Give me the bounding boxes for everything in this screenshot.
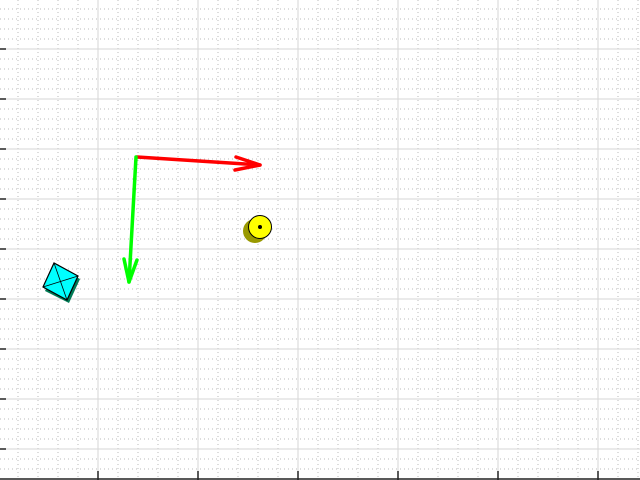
minor-grid — [0, 0, 640, 480]
major-grid — [0, 0, 640, 480]
frame-y-axis-arrow — [122, 155, 139, 284]
plot-canvas — [0, 0, 640, 480]
axis-ticks — [0, 48, 599, 480]
target-marker[interactable] — [243, 215, 272, 244]
